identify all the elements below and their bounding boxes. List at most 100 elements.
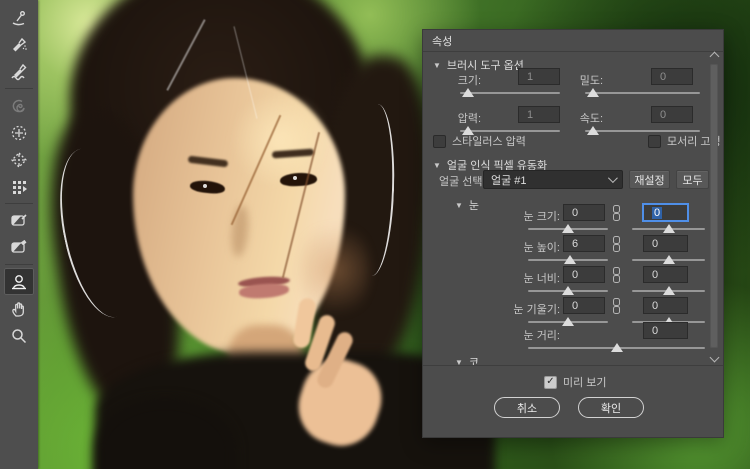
slider-thumb[interactable] — [662, 286, 675, 295]
all-button[interactable]: 모두 — [676, 170, 709, 189]
eye-height-right-slider[interactable] — [632, 254, 705, 264]
thaw-mask-tool[interactable] — [4, 234, 34, 261]
zoom-tool[interactable] — [4, 322, 34, 349]
bloat-tool[interactable] — [4, 146, 34, 173]
brush-pressure-value: 1 — [527, 108, 534, 121]
eye-width-left-slider[interactable] — [528, 285, 608, 295]
bloat-icon — [9, 150, 29, 170]
eye-size-right-field[interactable]: 0 — [643, 204, 688, 221]
eye-height-right-field[interactable]: 0 — [643, 235, 688, 252]
slider-track — [585, 92, 700, 94]
brush-pressure-label: 압력: — [457, 113, 481, 125]
eye-size-right-slider[interactable] — [632, 223, 705, 233]
liquify-toolbar — [0, 0, 38, 469]
eye-height-left-slider[interactable] — [528, 254, 608, 264]
scroll-up-icon[interactable] — [709, 51, 720, 62]
eye-distance-field[interactable]: 0 — [643, 322, 688, 339]
eye-size-label: 눈 크기: — [523, 211, 560, 223]
photo-highlight — [225, 95, 335, 185]
slider-thumb[interactable] — [562, 317, 574, 326]
stylus-pressure-checkbox[interactable]: 스타일러스 압력 — [433, 133, 526, 149]
twirl-clockwise-tool[interactable] — [4, 92, 34, 119]
push-left-tool[interactable] — [4, 173, 34, 200]
zoom-icon — [9, 326, 29, 346]
brush-density-value: 0 — [660, 70, 667, 83]
scrollbar-thumb[interactable] — [710, 64, 718, 348]
slider-thumb[interactable] — [562, 286, 574, 295]
panel-scrollbar[interactable] — [708, 51, 720, 363]
face-tool[interactable] — [4, 268, 34, 295]
hand-icon — [9, 299, 29, 319]
slider-thumb[interactable] — [610, 343, 623, 352]
eye-size-left-value: 0 — [572, 206, 579, 219]
eye-distance-label: 눈 거리: — [523, 330, 560, 342]
eye-tilt-left-field[interactable]: 0 — [563, 297, 605, 314]
properties-panel: 속성 ▼ 브러시 도구 옵션 크기: 1 밀도: 0 압력: 1 속도: 0 스… — [423, 30, 723, 437]
link-icon[interactable] — [612, 236, 621, 252]
brush-rate-field[interactable]: 0 — [651, 106, 693, 123]
slider-track — [460, 130, 560, 132]
ok-button[interactable]: 확인 — [578, 397, 644, 418]
brush-density-slider[interactable] — [585, 87, 700, 97]
pucker-tool[interactable] — [4, 119, 34, 146]
thaw-mask-icon — [9, 238, 29, 258]
brush-size-slider[interactable] — [460, 87, 560, 97]
link-icon[interactable] — [612, 205, 621, 221]
slider-thumb[interactable] — [587, 126, 600, 135]
push-left-icon — [9, 177, 29, 197]
eye-height-left-value: 6 — [572, 237, 579, 250]
eye-tilt-left-slider[interactable] — [528, 316, 608, 326]
forward-warp-tool[interactable] — [4, 4, 34, 31]
cancel-button[interactable]: 취소 — [494, 397, 560, 418]
brush-options-section-header[interactable]: ▼ 브러시 도구 옵션 — [433, 57, 524, 73]
eye-width-left-field[interactable]: 0 — [563, 266, 605, 283]
eye-size-left-slider[interactable] — [528, 223, 608, 233]
eye-tilt-left-value: 0 — [572, 299, 579, 312]
slider-thumb[interactable] — [563, 255, 576, 264]
smooth-tool[interactable] — [4, 58, 34, 85]
slider-thumb[interactable] — [662, 224, 675, 233]
eye-width-right-field[interactable]: 0 — [643, 266, 688, 283]
slider-thumb[interactable] — [662, 255, 675, 264]
preview-checkbox[interactable]: ✓ 미리 보기 — [544, 374, 607, 390]
eye-size-left-field[interactable]: 0 — [563, 204, 605, 221]
eye-width-right-value: 0 — [652, 268, 659, 281]
chevron-down-icon — [607, 173, 618, 184]
eye-height-left-field[interactable]: 6 — [563, 235, 605, 252]
slider-thumb[interactable] — [462, 88, 474, 97]
eye-tilt-right-field[interactable]: 0 — [643, 297, 688, 314]
brush-pressure-field[interactable]: 1 — [518, 106, 560, 123]
brush-size-label: 크기: — [457, 75, 481, 87]
eye-width-left-value: 0 — [572, 268, 579, 281]
toolbar-separator — [5, 88, 33, 89]
panel-title: 속성 — [423, 30, 723, 52]
link-icon[interactable] — [612, 267, 621, 283]
freeze-mask-icon — [9, 211, 29, 231]
freeze-mask-tool[interactable] — [4, 207, 34, 234]
slider-thumb[interactable] — [562, 224, 574, 233]
eye-width-right-slider[interactable] — [632, 285, 705, 295]
reconstruct-tool[interactable] — [4, 31, 34, 58]
slider-track — [460, 92, 560, 94]
photo-eye-glint — [293, 176, 297, 180]
smooth-icon — [9, 62, 29, 82]
face-select-dropdown[interactable]: 얼굴 #1 — [483, 170, 623, 189]
link-icon[interactable] — [612, 298, 621, 314]
brush-rate-label: 속도: — [579, 113, 603, 125]
eye-distance-slider[interactable] — [528, 342, 705, 352]
checkbox-box[interactable] — [648, 134, 661, 148]
hand-tool[interactable] — [4, 295, 34, 322]
scroll-down-icon[interactable] — [709, 352, 720, 363]
nose-section-header[interactable]: ▼ 코 — [455, 354, 479, 370]
brush-density-field[interactable]: 0 — [651, 68, 693, 85]
twirl-clockwise-icon — [9, 96, 29, 116]
slider-thumb[interactable] — [587, 88, 600, 97]
face-select-value: 얼굴 #1 — [491, 174, 527, 187]
checkbox-box[interactable] — [433, 134, 446, 148]
reset-button[interactable]: 재설정 — [629, 170, 670, 189]
brush-size-field[interactable]: 1 — [518, 68, 560, 85]
brush-rate-value: 0 — [660, 108, 667, 121]
checkbox-checked-box[interactable]: ✓ — [544, 375, 557, 389]
eyes-title: 눈 — [468, 200, 480, 212]
eyes-section-header[interactable]: ▼ 눈 — [455, 197, 479, 213]
